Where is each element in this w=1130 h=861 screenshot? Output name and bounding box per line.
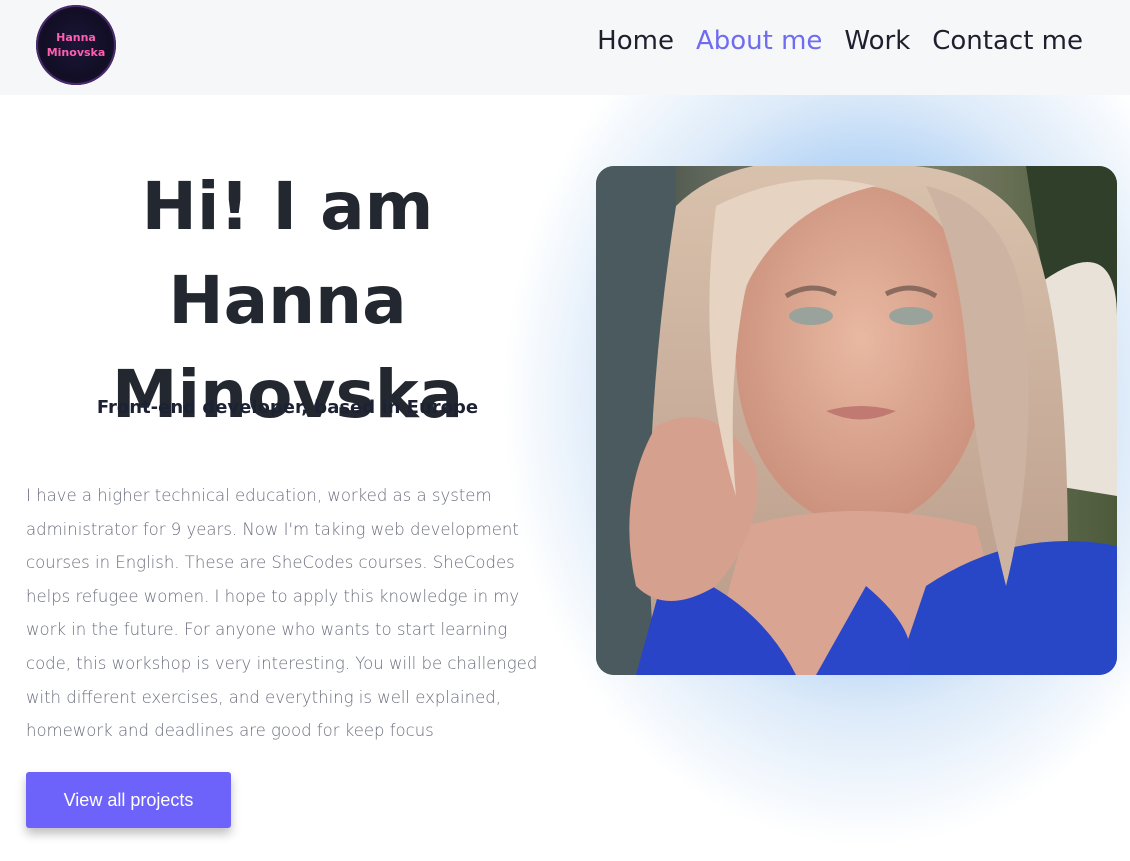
title-line2: Minovska [111,356,464,433]
main-nav: Home About me Work Contact me [597,26,1083,56]
nav-contact[interactable]: Contact me [932,26,1083,56]
nav-home[interactable]: Home [597,26,674,56]
bio-text: I have a higher technical education, wor… [26,486,538,741]
subtitle: Front-end developer, based in Europe [96,397,479,418]
title-line1: Hi! I am Hanna [141,168,434,339]
nav-about[interactable]: About me [696,26,822,56]
logo-line2: Minovska [46,46,106,59]
profile-photo [596,166,1117,675]
logo[interactable]: Hanna Minovska [36,5,116,85]
view-projects-button[interactable]: View all projects [26,772,231,828]
portrait-image [596,166,1117,675]
header: Hanna Minovska Home About me Work Contac… [0,0,1130,95]
logo-line1: Hanna [56,31,96,44]
nav-work[interactable]: Work [844,26,910,56]
